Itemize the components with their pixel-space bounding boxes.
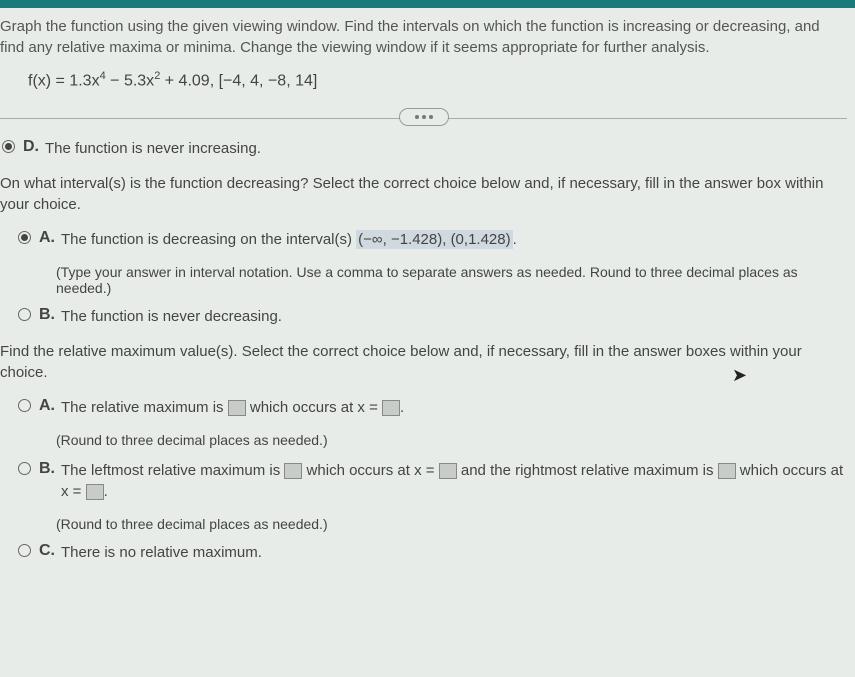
q2-c-label: C. — [39, 542, 55, 560]
radio-q1-a[interactable] — [18, 231, 31, 244]
formula: f(x) = 1.3x4 − 5.3x2 + 4.09, [−4, 4, −8,… — [28, 70, 847, 90]
q1-a-label: A. — [39, 229, 55, 247]
answer-box-5[interactable] — [718, 463, 736, 479]
pill-dots-icon — [415, 115, 433, 119]
top-teal-bar — [0, 0, 855, 8]
q2-b-t3: and the rightmost relative maximum is — [457, 462, 718, 479]
option-d-label: D. — [23, 138, 39, 156]
radio-q2-b[interactable] — [18, 462, 31, 475]
q1-b-text: The function is never decreasing. — [61, 306, 282, 327]
q2-option-a-row: A. The relative maximum is which occurs … — [18, 397, 847, 418]
q2-b-label: B. — [39, 460, 55, 478]
q2-text: Find the relative maximum value(s). Sele… — [0, 343, 802, 381]
q2-c-text: There is no relative maximum. — [61, 542, 262, 563]
formula-suffix: + 4.09, [−4, 4, −8, 14] — [160, 72, 317, 89]
q1-option-a-row: A. The function is decreasing on the int… — [18, 229, 847, 250]
nav-pill-container — [0, 108, 847, 126]
q2-b-hint: (Round to three decimal places as needed… — [56, 516, 847, 532]
formula-prefix: f(x) = 1.3x — [28, 72, 100, 89]
option-d-row: D. The function is never increasing. — [2, 138, 847, 159]
question-2: Find the relative maximum value(s). Sele… — [0, 341, 847, 383]
q2-option-b-row: B. The leftmost relative maximum is whic… — [18, 460, 847, 502]
radio-q2-a[interactable] — [18, 399, 31, 412]
nav-pill[interactable] — [399, 108, 449, 126]
answer-box-4[interactable] — [439, 463, 457, 479]
q1-a-text: The function is decreasing on the interv… — [61, 229, 517, 250]
q2-a-t2: which occurs at x = — [246, 399, 382, 416]
main-content: Graph the function using the given viewi… — [0, 8, 855, 585]
q1-a-text1: The function is decreasing on the interv… — [61, 231, 356, 248]
radio-q1-b[interactable] — [18, 308, 31, 321]
q1-a-hint: (Type your answer in interval notation. … — [56, 264, 847, 296]
radio-d[interactable] — [2, 140, 15, 153]
q1-a-text2: . — [513, 231, 517, 248]
answer-box-1[interactable] — [228, 400, 246, 416]
q2-b-t2: which occurs at x = — [302, 462, 438, 479]
answer-box-6[interactable] — [86, 484, 104, 500]
answer-box-3[interactable] — [284, 463, 302, 479]
q2-a-text: The relative maximum is which occurs at … — [61, 397, 404, 418]
q2-a-label: A. — [39, 397, 55, 415]
cursor-icon: ➤ — [732, 363, 747, 388]
q2-b-text: The leftmost relative maximum is which o… — [61, 460, 847, 502]
radio-q2-c[interactable] — [18, 544, 31, 557]
q2-a-t1: The relative maximum is — [61, 399, 228, 416]
answer-box-2[interactable] — [382, 400, 400, 416]
q2-b-t1: The leftmost relative maximum is — [61, 462, 284, 479]
option-d-text: The function is never increasing. — [45, 138, 261, 159]
problem-instructions: Graph the function using the given viewi… — [0, 16, 847, 58]
q1-option-b-row: B. The function is never decreasing. — [18, 306, 847, 327]
q1-a-answer[interactable]: (−∞, −1.428), (0,1.428) — [356, 230, 512, 249]
q2-option-c-row: C. There is no relative maximum. — [18, 542, 847, 563]
q2-a-hint: (Round to three decimal places as needed… — [56, 432, 847, 448]
formula-mid: − 5.3x — [106, 72, 154, 89]
question-1: On what interval(s) is the function decr… — [0, 173, 847, 215]
q1-b-label: B. — [39, 306, 55, 324]
q2-b-t5: . — [104, 483, 108, 500]
q2-a-t3: . — [400, 399, 404, 416]
